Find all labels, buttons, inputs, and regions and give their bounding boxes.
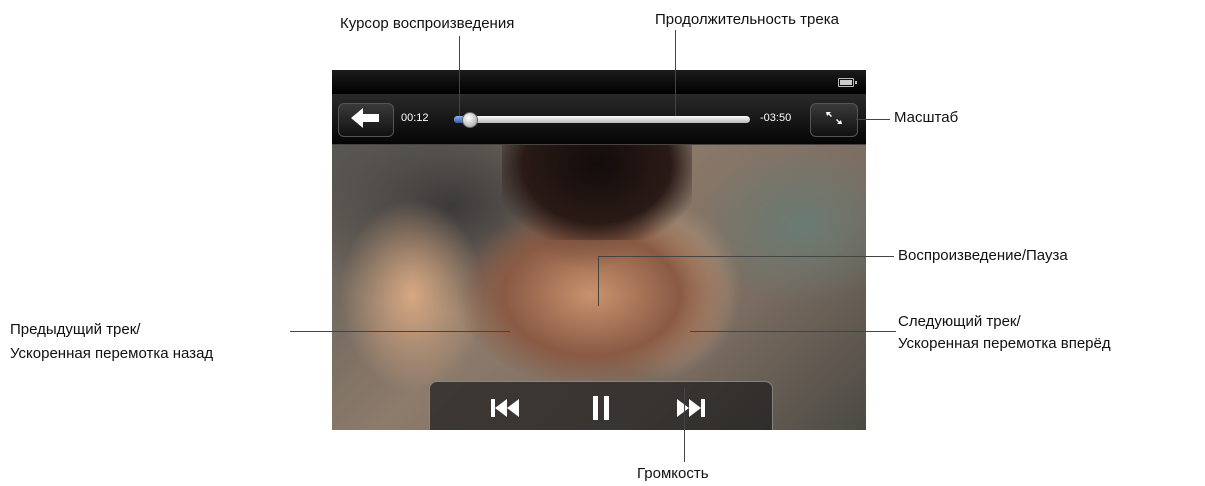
label-next-line2: Ускоренная перемотка вперёд <box>898 335 1111 352</box>
leader-previous <box>290 331 510 332</box>
scale-button[interactable] <box>810 103 858 137</box>
label-play-pause: Воспроизведение/Пауза <box>898 247 1068 264</box>
status-bar <box>332 70 866 94</box>
next-track-icon <box>675 398 707 423</box>
playhead-knob[interactable] <box>461 112 478 128</box>
elapsed-time: 00:12 <box>401 112 429 124</box>
remaining-time: -03:50 <box>760 112 792 124</box>
leader-next <box>690 331 896 332</box>
label-playhead: Курсор воспроизведения <box>340 15 515 32</box>
label-scale: Масштаб <box>894 109 959 126</box>
video-content <box>502 145 692 240</box>
video-frame[interactable] <box>332 145 866 430</box>
label-duration: Продолжительность трека <box>655 11 839 28</box>
label-previous-line2: Ускоренная перемотка назад <box>10 345 214 362</box>
leader-play-pause <box>598 256 599 306</box>
label-previous-line1: Предыдущий трек/ <box>10 321 141 338</box>
video-player-screen: 00:12 -03:50 <box>332 70 866 430</box>
next-track-button[interactable] <box>668 392 714 428</box>
battery-icon <box>838 78 857 87</box>
back-arrow-icon <box>351 107 381 133</box>
label-volume: Громкость <box>637 465 709 482</box>
progress-track[interactable] <box>454 112 750 128</box>
previous-track-button[interactable] <box>482 392 528 428</box>
playback-toolbar: 00:12 -03:50 <box>332 94 866 145</box>
leader-play-pause-h <box>598 256 894 257</box>
leader-volume <box>684 388 685 462</box>
scale-icon <box>824 110 844 131</box>
leader-scale <box>856 119 890 120</box>
playback-controls-panel <box>429 381 773 430</box>
back-button[interactable] <box>338 103 394 137</box>
leader-playhead <box>459 36 460 116</box>
previous-track-icon <box>489 398 521 423</box>
pause-icon <box>590 395 612 426</box>
label-next-line1: Следующий трек/ <box>898 313 1021 330</box>
play-pause-button[interactable] <box>578 392 624 428</box>
leader-duration <box>675 30 676 116</box>
